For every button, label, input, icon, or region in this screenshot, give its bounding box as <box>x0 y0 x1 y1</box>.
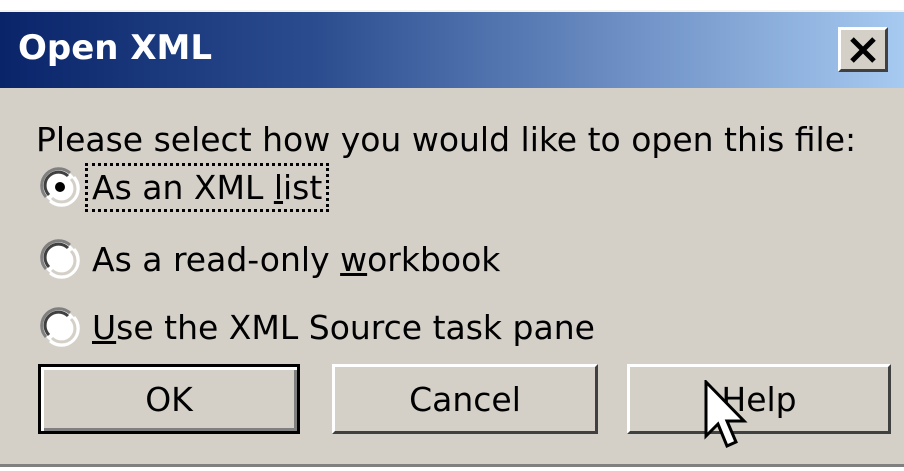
open-xml-dialog: Open XML Please select how you would lik… <box>0 10 904 467</box>
radio-unselected-icon[interactable] <box>40 239 80 279</box>
cancel-button[interactable]: Cancel <box>332 364 598 434</box>
close-button[interactable] <box>838 27 888 72</box>
option-xml-source-task-pane[interactable]: Use the XML Source task pane <box>40 302 597 352</box>
dialog-title: Open XML <box>18 28 213 68</box>
option-xml-source-task-pane-label: Use the XML Source task pane <box>92 307 595 347</box>
option-xml-list[interactable]: As an XML list <box>40 162 330 212</box>
radio-unselected-icon[interactable] <box>40 307 80 347</box>
option-xml-list-label: As an XML list <box>84 162 330 212</box>
pointer-cursor-icon <box>703 378 751 458</box>
prompt-text: Please select how you would like to open… <box>36 120 857 159</box>
option-read-only-workbook-label: As a read-only workbook <box>92 239 501 279</box>
option-read-only-workbook[interactable]: As a read-only workbook <box>40 234 502 284</box>
title-bar: Open XML <box>0 12 904 88</box>
help-button[interactable]: Help <box>627 364 891 434</box>
ok-button[interactable]: OK <box>38 364 300 434</box>
radio-selected-icon[interactable] <box>40 167 80 207</box>
close-icon <box>849 36 877 63</box>
